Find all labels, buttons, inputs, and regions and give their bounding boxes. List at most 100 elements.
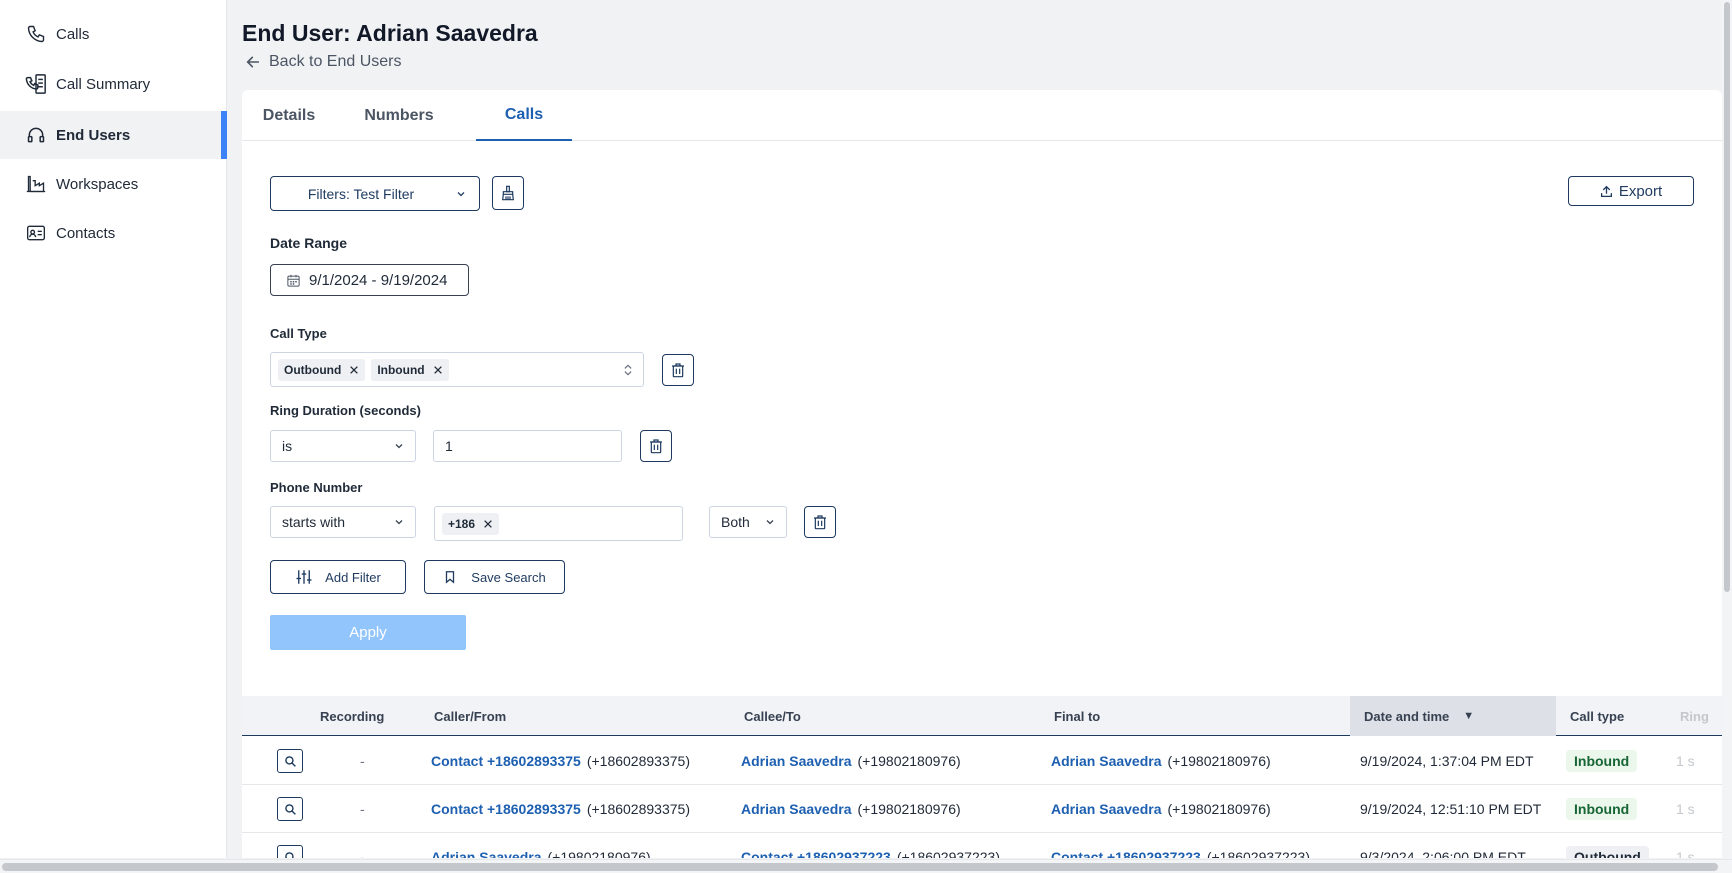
callee-link[interactable]: Contact +18602937223 (741, 849, 891, 858)
call-type-badge: Inbound (1566, 798, 1638, 820)
trash-icon (812, 513, 828, 531)
sidebar-item-label: Workspaces (56, 175, 139, 193)
column-header-date-time[interactable]: Date and time ▼ (1350, 696, 1556, 736)
final-to-link[interactable]: Adrian Saavedra (1051, 801, 1162, 817)
callee-number: (+19802180976) (857, 753, 961, 769)
sidebar: Calls Call Summary End Users Workspaces … (0, 0, 227, 858)
search-icon (284, 755, 297, 768)
final-to-link[interactable]: Adrian Saavedra (1051, 753, 1162, 769)
view-call-button[interactable] (277, 797, 303, 821)
view-call-button[interactable] (277, 845, 303, 858)
call-type-badge: Outbound (1566, 846, 1649, 858)
tab-bar: Details Numbers Calls (242, 90, 1722, 141)
date-range-value: 9/1/2024 - 9/19/2024 (309, 271, 448, 289)
chip-phone-prefix: +186 (442, 512, 500, 535)
clear-filters-button[interactable] (492, 176, 524, 210)
ring-cell: 1 s (1676, 753, 1695, 769)
delete-ring-duration-button[interactable] (640, 430, 672, 462)
phone-number-label: Phone Number (270, 480, 363, 495)
close-icon[interactable] (483, 519, 493, 529)
table-row: - Contact +18602893375 (+18602893375) Adr… (242, 737, 1722, 785)
back-link-label: Back to End Users (269, 53, 402, 70)
callee-link[interactable]: Adrian Saavedra (741, 753, 852, 769)
apply-button[interactable]: Apply (270, 615, 466, 650)
column-header-callee[interactable]: Callee/To (744, 696, 801, 736)
caller-link[interactable]: Adrian Saavedra (431, 849, 542, 858)
date-range-picker[interactable]: 9/1/2024 - 9/19/2024 (270, 264, 469, 296)
column-header-caller[interactable]: Caller/From (434, 696, 506, 736)
building-icon (25, 173, 47, 195)
filter-select[interactable]: Filters: Test Filter (270, 176, 480, 211)
table-header: Recording Caller/From Callee/To Final to… (242, 696, 1722, 736)
chip-label: Outbound (284, 362, 342, 377)
phone-operator-select[interactable]: starts with (270, 506, 416, 538)
horizontal-scrollbar[interactable] (0, 859, 1732, 873)
save-search-button[interactable]: Save Search (424, 560, 565, 594)
phone-direction-select[interactable]: Both (709, 506, 787, 538)
call-type-multiselect[interactable]: Outbound Inbound (270, 352, 644, 387)
datetime-cell: 9/3/2024, 2:06:00 PM EDT (1360, 849, 1526, 858)
column-header-label: Date and time (1364, 708, 1450, 724)
ring-duration-value-input[interactable]: 1 (433, 430, 622, 462)
tab-numbers[interactable]: Numbers (354, 90, 444, 141)
chevron-down-icon (393, 440, 405, 452)
close-icon[interactable] (433, 365, 443, 375)
column-header-recording[interactable]: Recording (320, 696, 384, 736)
final-to-link[interactable]: Contact +18602937223 (1051, 849, 1201, 858)
trash-icon (670, 361, 686, 379)
caller-number: (+18602893375) (586, 753, 690, 769)
horizontal-scrollbar-thumb[interactable] (2, 863, 1718, 871)
select-value: starts with (282, 514, 346, 530)
delete-phone-number-button[interactable] (804, 506, 836, 538)
datetime-cell: 9/19/2024, 1:37:04 PM EDT (1360, 753, 1534, 769)
tab-details[interactable]: Details (254, 90, 324, 141)
ring-duration-operator-select[interactable]: is (270, 430, 416, 462)
search-icon (284, 803, 297, 816)
calendar-icon (286, 273, 301, 288)
tab-calls[interactable]: Calls (476, 90, 572, 141)
caller-link[interactable]: Contact +18602893375 (431, 801, 581, 817)
callee-number: (+19802180976) (857, 801, 961, 817)
column-header-ring[interactable]: Ring (1680, 696, 1709, 736)
sort-desc-icon: ▼ (1463, 710, 1475, 722)
phone-icon (25, 23, 47, 45)
back-to-end-users-link[interactable]: Back to End Users (245, 53, 402, 71)
date-range-label: Date Range (270, 235, 348, 251)
save-search-label: Save Search (471, 569, 546, 585)
sidebar-item-label: End Users (56, 126, 131, 144)
sidebar-item-label: Contacts (56, 224, 116, 242)
sidebar-item-workspaces[interactable]: Workspaces (0, 160, 227, 208)
callee-link[interactable]: Adrian Saavedra (741, 801, 852, 817)
filter-select-label: Filters: Test Filter (307, 185, 415, 202)
column-header-call-type[interactable]: Call type (1570, 696, 1624, 736)
call-type-label: Call Type (270, 326, 327, 341)
caller-link[interactable]: Contact +18602893375 (431, 753, 581, 769)
phone-number-input[interactable]: +186 (434, 506, 683, 541)
sidebar-item-call-summary[interactable]: Call Summary (0, 60, 227, 108)
sidebar-item-end-users[interactable]: End Users (0, 111, 227, 159)
view-call-button[interactable] (277, 749, 303, 773)
delete-call-type-button[interactable] (662, 354, 694, 386)
add-filter-button[interactable]: Add Filter (270, 560, 406, 594)
chevron-up-down-icon (623, 363, 633, 377)
broom-icon (500, 184, 516, 202)
ring-cell: 1 s (1676, 849, 1695, 858)
datetime-cell: 9/19/2024, 12:51:10 PM EDT (1360, 801, 1542, 817)
vertical-scrollbar-thumb[interactable] (1724, 2, 1730, 592)
call-summary-icon (25, 73, 47, 95)
final-to-number: (+18602937223) (1206, 849, 1310, 858)
select-value: Both (721, 514, 750, 530)
contact-card-icon (25, 222, 47, 244)
chevron-down-icon (764, 516, 776, 528)
export-button[interactable]: Export (1568, 176, 1694, 206)
bookmark-icon (443, 569, 457, 585)
sidebar-item-calls[interactable]: Calls (0, 10, 227, 58)
chevron-down-icon (393, 516, 405, 528)
call-type-badge: Inbound (1566, 750, 1638, 772)
sidebar-item-contacts[interactable]: Contacts (0, 209, 227, 257)
vertical-scrollbar[interactable] (1722, 0, 1732, 859)
column-header-final-to[interactable]: Final to (1054, 696, 1100, 736)
chevron-down-icon (455, 188, 467, 200)
sidebar-item-label: Call Summary (56, 75, 151, 93)
close-icon[interactable] (349, 365, 359, 375)
